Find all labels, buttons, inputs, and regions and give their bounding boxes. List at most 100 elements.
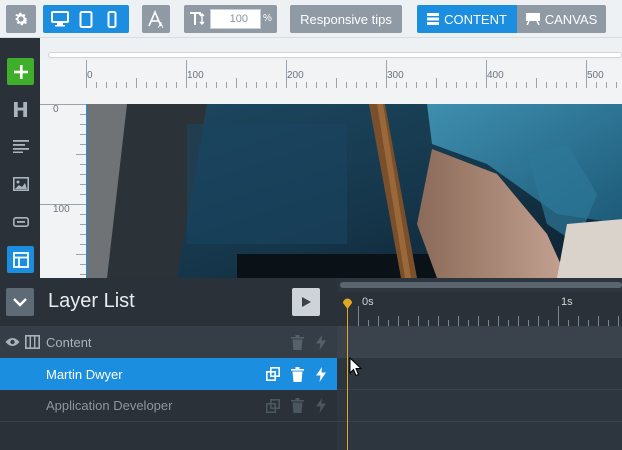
ruler-tick — [76, 154, 86, 155]
ruler-label: 500 — [587, 70, 604, 81]
timeline-scrollbar[interactable] — [340, 282, 622, 288]
layer-row-name[interactable]: Martin Dwyer — [0, 358, 337, 390]
font-size-control: 100 % — [184, 5, 277, 33]
heading-icon: H — [12, 97, 29, 122]
ruler-tick — [436, 78, 437, 88]
button-icon — [12, 216, 29, 227]
ruler-label: 300 — [387, 70, 404, 81]
ruler-label: 0 — [87, 70, 93, 81]
ruler-tick — [76, 254, 86, 255]
ruler-corner — [40, 60, 86, 88]
vertical-ruler: 0 100 — [40, 88, 86, 278]
content-stack-icon — [427, 13, 440, 25]
mouse-cursor-icon — [349, 357, 363, 377]
layer-row-title[interactable]: Application Developer — [0, 390, 337, 422]
playhead-handle[interactable] — [342, 298, 353, 309]
scrollbar-track[interactable] — [48, 52, 622, 58]
desktop-icon — [51, 11, 69, 27]
timeline-tick — [498, 316, 499, 326]
gear-icon — [15, 12, 29, 26]
chevron-down-icon — [13, 298, 27, 307]
ruler-tick — [236, 78, 237, 88]
text-tool[interactable] — [7, 132, 34, 159]
play-animation-button[interactable] — [292, 288, 320, 316]
animation-button[interactable] — [313, 366, 329, 382]
mobile-icon — [107, 10, 117, 28]
desktop-view-button[interactable] — [49, 8, 71, 30]
tablet-view-button[interactable] — [75, 8, 97, 30]
add-element-button[interactable] — [7, 58, 34, 85]
delete-layer-button[interactable] — [289, 398, 305, 414]
top-toolbar: A 100 % Responsive tips CONTENT CANVAS — [0, 0, 622, 38]
trash-icon — [290, 366, 304, 382]
timeline-tick — [458, 316, 459, 326]
timeline-track[interactable] — [337, 326, 622, 358]
timeline-tick — [618, 316, 619, 326]
timeline-tick — [418, 316, 419, 326]
layer-actions — [289, 334, 329, 350]
canvas-tab[interactable]: CANVAS — [517, 5, 606, 33]
timeline-track[interactable] — [337, 358, 622, 390]
mobile-view-button[interactable] — [101, 8, 123, 30]
svg-text:A: A — [158, 21, 164, 29]
ruler-tick — [40, 104, 86, 105]
ruler-label: 200 — [287, 70, 304, 81]
timeline-tick — [398, 316, 399, 326]
content-tab[interactable]: CONTENT — [417, 5, 517, 33]
font-size-unit: % — [263, 13, 272, 24]
animation-button[interactable] — [313, 334, 329, 350]
trash-icon — [290, 398, 304, 413]
heading-tool[interactable]: H — [7, 96, 34, 123]
text-lines-icon — [12, 139, 29, 153]
collapse-panel-button[interactable] — [6, 288, 34, 316]
horizontal-scrollbar[interactable] — [40, 38, 622, 60]
image-icon — [12, 176, 29, 191]
canvas-easel-icon — [525, 13, 540, 25]
canvas-tab-label: CANVAS — [544, 11, 598, 27]
plus-icon — [13, 64, 28, 79]
hero-photo[interactable] — [86, 104, 622, 278]
layer-list-empty-area — [0, 422, 337, 450]
image-tool[interactable] — [7, 170, 34, 197]
horizontal-ruler: 0 100 200 300 400 500 — [86, 60, 622, 88]
layer-label: Content — [46, 334, 92, 350]
delete-layer-button[interactable] — [289, 366, 305, 382]
delete-layer-button[interactable] — [289, 334, 305, 350]
play-icon — [302, 297, 311, 307]
button-tool[interactable] — [7, 208, 34, 235]
font-size-input[interactable]: 100 — [210, 9, 261, 29]
ruler-tick — [336, 78, 337, 88]
ruler-label: 400 — [487, 70, 504, 81]
trash-icon — [290, 334, 304, 350]
time-label: 0s — [362, 296, 374, 308]
time-label: 1s — [561, 296, 573, 308]
timeline-track[interactable] — [337, 390, 622, 422]
layout-tool[interactable] — [7, 246, 34, 273]
ruler-tick — [136, 78, 137, 88]
lightning-icon — [316, 398, 326, 413]
timeline-ruler[interactable]: 0s 1s — [337, 292, 622, 326]
duplicate-icon — [266, 398, 280, 413]
photo-image — [87, 104, 622, 278]
settings-button[interactable] — [6, 5, 36, 33]
layer-label: Application Developer — [46, 398, 173, 413]
animation-button[interactable] — [313, 398, 329, 414]
playhead-line — [347, 308, 348, 450]
typography-button[interactable]: A — [142, 5, 170, 33]
panel-title: Layer List — [48, 290, 135, 312]
lightning-icon — [316, 334, 326, 350]
layout-icon — [12, 251, 29, 268]
layer-row-content[interactable]: Content — [0, 326, 337, 358]
eye-icon[interactable] — [5, 337, 20, 347]
timeline-tick — [538, 316, 539, 326]
lightning-icon — [316, 366, 326, 382]
timeline-tick — [478, 316, 479, 326]
tablet-icon — [79, 10, 93, 28]
layer-list-header: Layer List — [0, 278, 337, 326]
font-style-icon: A — [148, 9, 164, 29]
mode-switcher: CONTENT CANVAS — [417, 5, 606, 33]
duplicate-layer-button[interactable] — [265, 398, 281, 414]
duplicate-layer-button[interactable] — [265, 366, 281, 382]
ruler-label: 0 — [53, 104, 59, 115]
responsive-tips-button[interactable]: Responsive tips — [290, 5, 402, 33]
